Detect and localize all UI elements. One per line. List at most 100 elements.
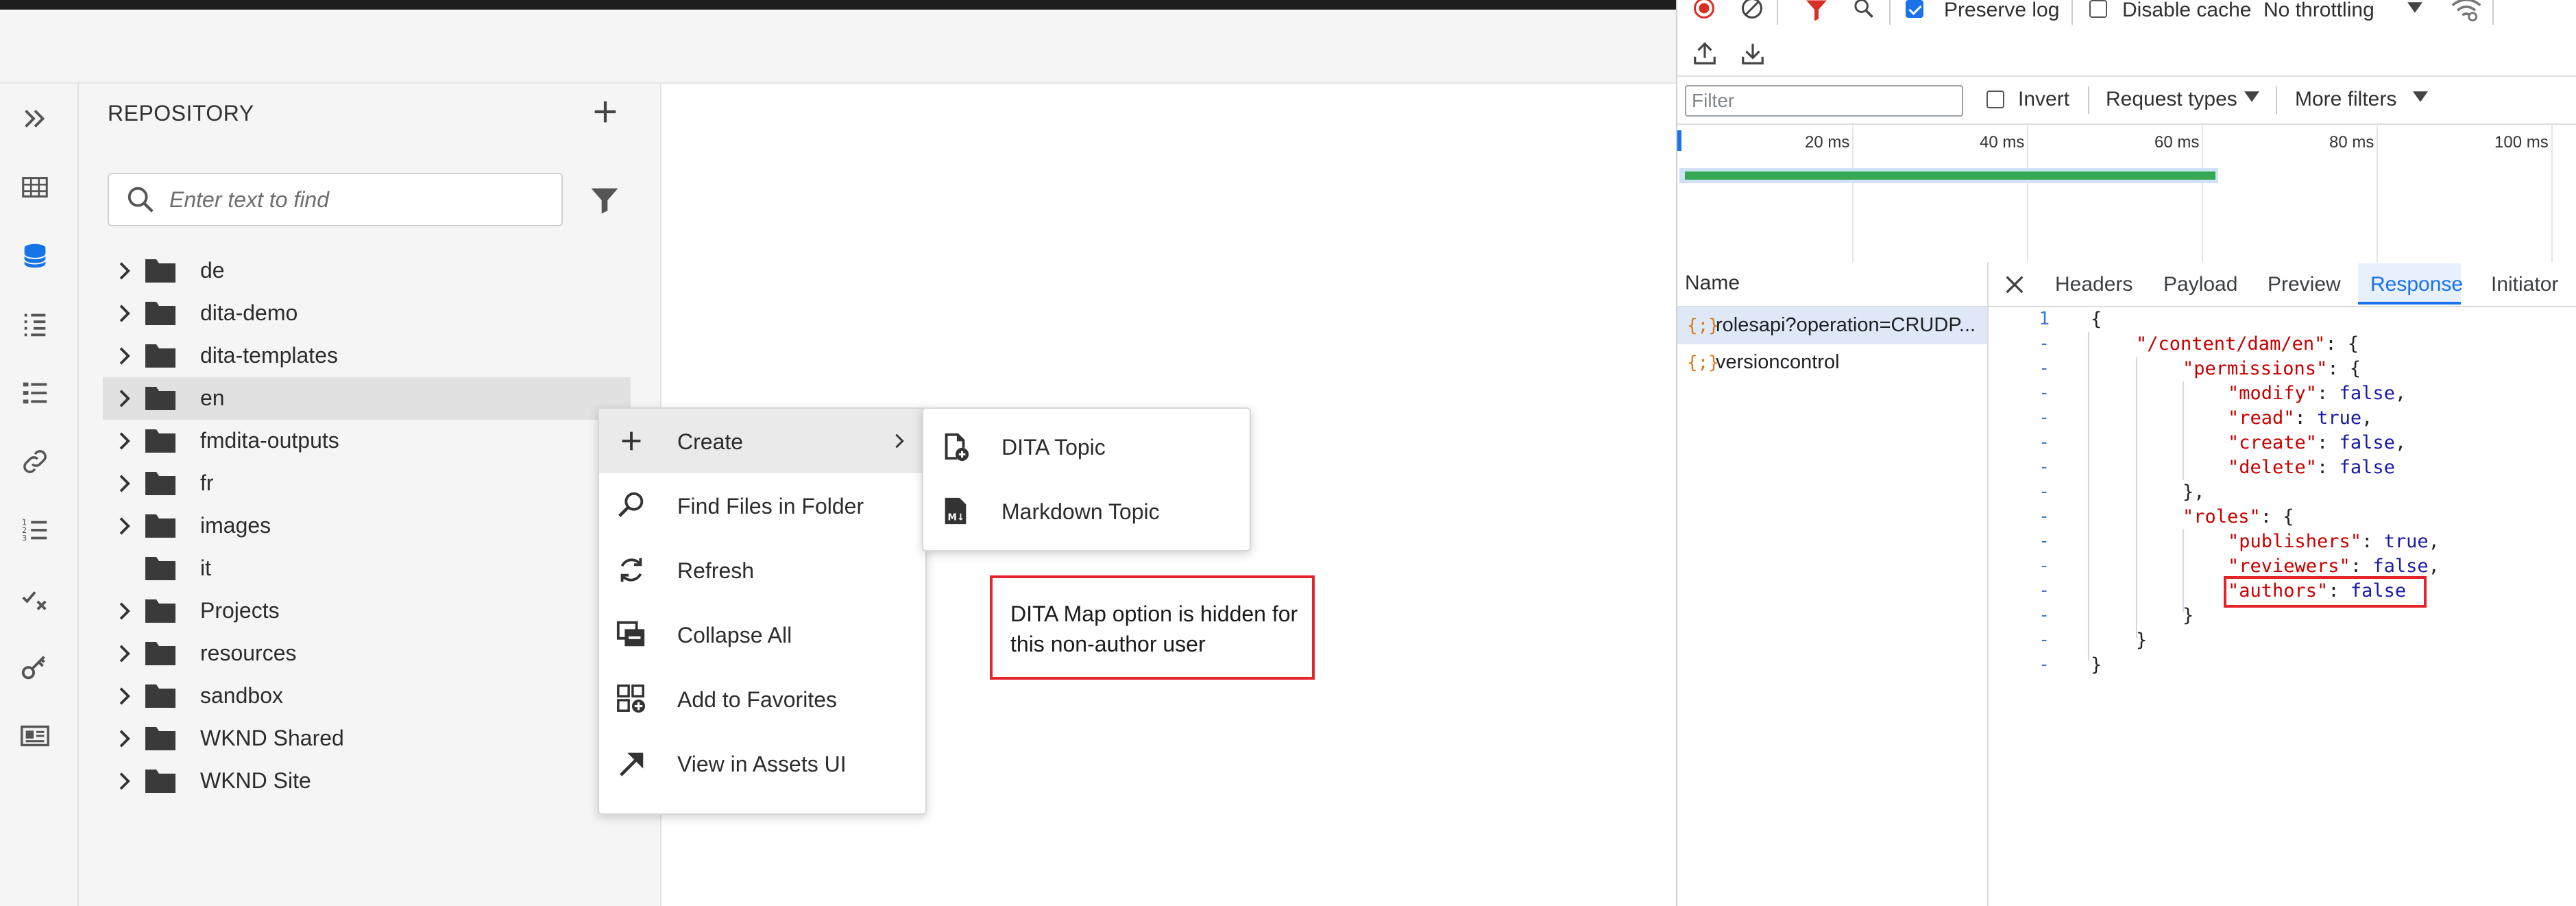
toolbar-divider [2492, 0, 2494, 25]
bulleted-list-icon[interactable] [16, 374, 53, 412]
tree-item-label: en [200, 385, 225, 410]
chevron-right-icon[interactable] [114, 771, 134, 791]
submenu-item-dita-topic[interactable]: DITA Topic [923, 414, 1250, 479]
request-name: rolesapi?operation=CRUDP... [1716, 314, 1976, 336]
chevron-right-icon[interactable] [114, 388, 134, 409]
submenu-item-markdown-topic[interactable]: M↓ Markdown Topic [923, 479, 1250, 543]
tree-item[interactable]: fr [103, 462, 631, 505]
menu-item-view-in-assets[interactable]: View in Assets UI [599, 731, 925, 796]
menu-item-create[interactable]: Create [599, 409, 925, 473]
more-filters-dropdown[interactable]: More filters [2295, 88, 2396, 111]
dropdown-arrow-icon [2407, 2, 2422, 13]
tab-headers[interactable]: Headers [2055, 273, 2133, 296]
close-icon[interactable] [2003, 273, 2026, 296]
line-marker: - [2039, 457, 2050, 477]
tree-item[interactable]: en [103, 377, 631, 420]
filter-icon[interactable] [1804, 0, 1829, 23]
timeline-gridline [2551, 125, 2553, 262]
line-marker: - [2039, 580, 2050, 601]
request-row[interactable]: {;} rolesapi?operation=CRUDP... [1677, 307, 1987, 344]
svg-text:M↓: M↓ [948, 512, 965, 523]
tab-payload[interactable]: Payload [2163, 273, 2237, 296]
favorites-icon [617, 684, 646, 713]
menu-item-refresh[interactable]: Refresh [599, 538, 925, 602]
upload-icon[interactable] [1692, 40, 1718, 67]
tree-item[interactable]: fmdita-outputs [103, 420, 631, 462]
clear-icon[interactable] [1740, 0, 1764, 21]
tab-preview[interactable]: Preview [2268, 273, 2341, 296]
id-card-icon[interactable] [16, 717, 53, 754]
menu-item-find-files[interactable]: Find Files in Folder [599, 473, 925, 538]
chevron-right-icon[interactable] [114, 346, 134, 366]
tree-item-label: fr [200, 470, 214, 495]
line-marker: - [2039, 531, 2050, 551]
check-cross-icon[interactable] [16, 580, 53, 617]
line-marker: - [2039, 407, 2050, 428]
disable-cache-checkbox[interactable] [2089, 0, 2107, 18]
link-icon[interactable] [16, 443, 53, 480]
chevron-right-icon[interactable] [114, 516, 134, 536]
tree-item[interactable]: de [103, 250, 631, 292]
request-row[interactable]: {;} versioncontrol [1677, 344, 1987, 381]
tree-item-label: dita-demo [200, 300, 298, 325]
timeline-gridline [2027, 125, 2028, 262]
add-button[interactable] [590, 96, 621, 128]
chevron-right-icon[interactable] [114, 303, 134, 324]
timeline-handle[interactable] [1677, 130, 1681, 151]
chevron-right-icon[interactable] [114, 686, 134, 706]
devtools-filter-input[interactable] [1685, 85, 1963, 117]
filter-button[interactable] [587, 182, 622, 218]
timeline-tick: 60 ms [2154, 133, 2200, 152]
menu-item-add-to-favorites[interactable]: Add to Favorites [599, 667, 925, 731]
folder-icon [145, 727, 175, 750]
menu-item-collapse-all[interactable]: Collapse All [599, 602, 925, 667]
tree-item[interactable]: dita-templates [103, 335, 631, 377]
tree-item[interactable]: dita-demo [103, 292, 631, 335]
line-marker: - [2039, 333, 2050, 354]
search-input[interactable] [168, 180, 555, 219]
download-icon[interactable] [1740, 40, 1766, 67]
tab-initiator[interactable]: Initiator [2491, 273, 2558, 296]
expand-rail-icon[interactable] [16, 100, 53, 137]
tree-item[interactable]: Projects [103, 590, 631, 632]
preserve-log-checkbox[interactable] [1906, 0, 1923, 18]
code-line: } [2183, 605, 2194, 626]
tree-item[interactable]: WKND Shared [103, 717, 631, 760]
code-line: "delete": false [2228, 457, 2395, 478]
throttling-select[interactable]: No throttling [2263, 0, 2374, 22]
line-marker: - [2039, 630, 2050, 650]
menu-item-label: View in Assets UI [677, 752, 847, 776]
tree-item-label: de [200, 258, 225, 283]
line-marker: - [2039, 605, 2050, 625]
folder-icon [145, 557, 175, 580]
repository-database-icon[interactable] [16, 237, 53, 274]
grid-icon[interactable] [16, 169, 53, 206]
network-conditions-icon[interactable] [2451, 0, 2481, 23]
key-icon[interactable] [16, 649, 53, 686]
chevron-right-icon[interactable] [114, 261, 134, 281]
chevron-right-icon[interactable] [114, 643, 134, 664]
stop-recording-icon[interactable] [1692, 0, 1716, 21]
collapse-icon [616, 621, 645, 647]
request-name: versioncontrol [1716, 351, 1840, 373]
dita-topic-icon [945, 433, 969, 462]
tree-item[interactable]: resources [103, 632, 631, 675]
tree-item[interactable]: images [103, 505, 631, 547]
search-icon [125, 184, 156, 215]
tree-item[interactable]: sandbox [103, 675, 631, 717]
search-icon[interactable] [1852, 0, 1877, 22]
chevron-right-icon[interactable] [114, 601, 134, 621]
submenu-item-label: Markdown Topic [1001, 499, 1160, 524]
chevron-right-icon[interactable] [114, 473, 134, 494]
numbered-list-icon[interactable]: 123 [16, 512, 53, 549]
tab-response[interactable]: Response [2370, 273, 2463, 296]
outline-list-icon[interactable] [16, 306, 53, 343]
invert-checkbox[interactable] [1986, 91, 2004, 108]
folder-icon [145, 344, 175, 368]
indent-guide [2088, 332, 2089, 661]
tree-item[interactable]: it [103, 547, 631, 590]
request-types-dropdown[interactable]: Request types [2106, 88, 2237, 111]
chevron-right-icon[interactable] [114, 431, 134, 451]
chevron-right-icon[interactable] [114, 728, 134, 749]
tree-item[interactable]: WKND Site [103, 760, 631, 802]
